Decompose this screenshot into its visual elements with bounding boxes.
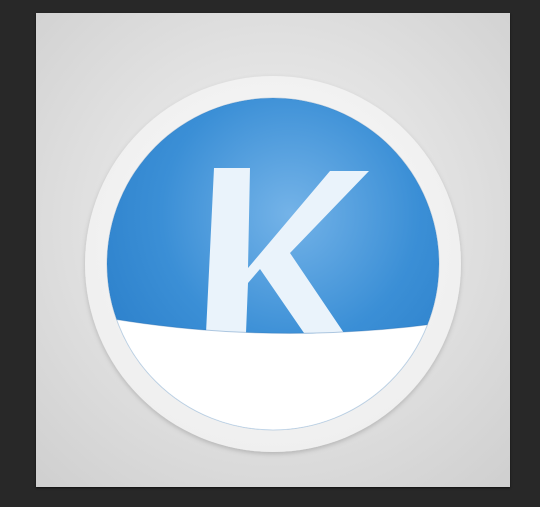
editor-workspace [0,0,540,507]
image-canvas [36,13,510,487]
k-letter-logo-icon [85,76,461,452]
